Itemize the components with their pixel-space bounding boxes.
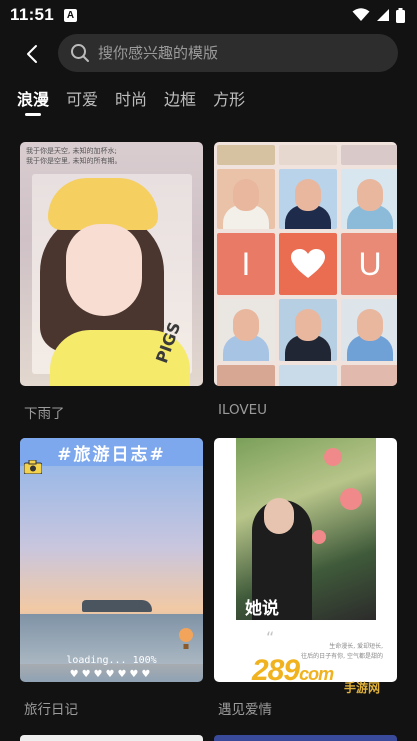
photo-grid: I U bbox=[214, 142, 397, 386]
template-card-rain[interactable]: 我于你是天空, 未知的加杯水; 我于你是空里, 未知的所有期。 PIGS bbox=[20, 142, 203, 386]
grid-cell bbox=[217, 299, 275, 361]
travel-banner: #旅游日志# bbox=[20, 438, 203, 466]
wifi-icon bbox=[352, 8, 370, 21]
tab-border[interactable]: 边框 bbox=[164, 86, 196, 116]
flower-shape bbox=[324, 448, 342, 466]
ship-shape bbox=[82, 600, 152, 612]
face-shape bbox=[264, 498, 294, 534]
flower-shape bbox=[312, 530, 326, 544]
category-tabs: 浪漫 可爱 时尚 边框 方形 bbox=[0, 86, 417, 120]
tab-cute[interactable]: 可爱 bbox=[66, 86, 98, 116]
grid-cell bbox=[279, 145, 337, 165]
balloon-icon bbox=[179, 628, 193, 649]
top-bar bbox=[0, 34, 417, 74]
template-card-peek[interactable] bbox=[20, 735, 203, 741]
grid-letter-u: U bbox=[341, 233, 397, 295]
hearts-row: ♥♥♥♥♥♥♥ bbox=[69, 669, 154, 680]
template-card-travel[interactable]: #旅游日志# loading... 100% ♥♥♥♥♥♥♥ bbox=[20, 438, 203, 682]
template-card-peek[interactable] bbox=[214, 735, 397, 741]
grid-cell bbox=[341, 365, 397, 386]
tab-romantic[interactable]: 浪漫 bbox=[17, 86, 49, 116]
grid-cell bbox=[341, 145, 397, 165]
overlay-text: 我于你是天空, 未知的加杯水; 我于你是空里, 未知的所有期。 bbox=[26, 147, 122, 165]
tab-square[interactable]: 方形 bbox=[213, 86, 245, 116]
heart-icon bbox=[279, 233, 337, 295]
grid-cell bbox=[279, 365, 337, 386]
template-title[interactable]: 旅行日记 bbox=[24, 698, 78, 718]
status-icons bbox=[352, 7, 405, 23]
template-title[interactable]: 遇见爱情 bbox=[218, 698, 272, 718]
template-title[interactable]: ILOVEU bbox=[218, 402, 267, 418]
search-input[interactable] bbox=[98, 44, 378, 62]
camera-icon bbox=[24, 460, 42, 474]
grid-cell bbox=[217, 169, 275, 229]
hat-shape bbox=[48, 178, 158, 230]
grid-cell bbox=[341, 169, 397, 229]
search-box[interactable] bbox=[58, 34, 398, 72]
battery-icon bbox=[396, 7, 405, 23]
grid-cell bbox=[279, 169, 337, 229]
quote-mark: “ bbox=[266, 628, 275, 647]
chevron-left-icon bbox=[27, 45, 37, 63]
grid-cell bbox=[279, 299, 337, 361]
grid-letter-i: I bbox=[217, 233, 275, 295]
notification-icon: A bbox=[64, 8, 78, 22]
loading-text: loading... 100% bbox=[66, 655, 157, 666]
grid-cell bbox=[217, 365, 275, 386]
grid-cell bbox=[341, 299, 397, 361]
caption-text: 她说 bbox=[245, 599, 279, 619]
flower-shape bbox=[340, 488, 362, 510]
back-button[interactable] bbox=[18, 40, 46, 68]
grid-cell bbox=[217, 145, 275, 165]
cell-signal-icon bbox=[377, 9, 389, 21]
status-bar: 11:51 A bbox=[0, 0, 417, 30]
status-time: 11:51 bbox=[10, 5, 55, 24]
tab-fashion[interactable]: 时尚 bbox=[115, 86, 147, 116]
watermark-brand: 289com bbox=[252, 654, 334, 687]
search-icon bbox=[71, 44, 89, 62]
face-shape bbox=[66, 224, 142, 316]
watermark-sub: 手游网 bbox=[344, 681, 381, 695]
template-card-iloveu[interactable]: I U bbox=[214, 142, 397, 386]
template-card-love[interactable]: 她说 “ 生命漫长, 爱却短长, 往后的日子有你, 空气都是甜的 bbox=[214, 438, 397, 682]
template-title[interactable]: 下雨了 bbox=[24, 402, 65, 422]
watermark-logo: 289com 手游网 bbox=[252, 654, 402, 700]
